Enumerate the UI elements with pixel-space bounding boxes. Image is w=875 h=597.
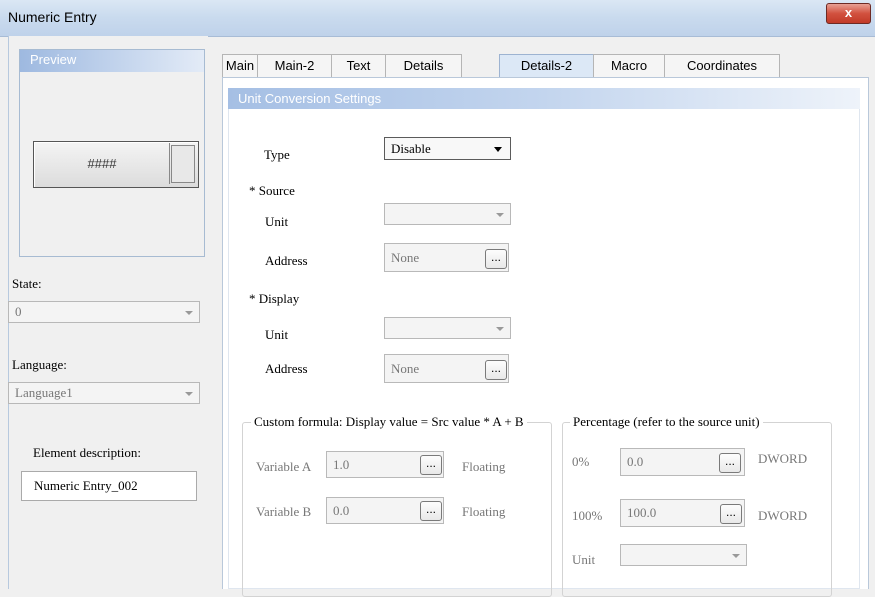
preview-header: Preview	[20, 50, 204, 72]
percent-0-value: 0.0	[627, 454, 644, 469]
percent-0-type: DWORD	[758, 451, 808, 466]
percent-0-browse-button[interactable]: ...	[719, 453, 741, 473]
variable-b-browse-button[interactable]: ...	[420, 501, 442, 521]
percentage-title: Percentage (refer to the source unit)	[570, 414, 763, 430]
source-address-value: None	[391, 250, 420, 265]
tab-main-2[interactable]: Main-2	[257, 54, 332, 77]
percent-100-browse-button[interactable]: ...	[720, 504, 742, 524]
chevron-down-icon	[496, 327, 504, 331]
percent-100-type: DWORD	[758, 508, 808, 523]
percent-0-label: 0%	[572, 454, 590, 469]
variable-a-browse-button[interactable]: ...	[420, 455, 442, 475]
tab-coordinates[interactable]: Coordinates	[664, 54, 780, 77]
display-address-value: None	[391, 361, 420, 376]
tab-details[interactable]: Details	[385, 54, 462, 77]
display-unit-label: Unit	[265, 327, 289, 342]
language-select[interactable]: Language1	[8, 382, 200, 404]
display-address-browse-button[interactable]: ...	[485, 360, 507, 380]
type-value: Disable	[391, 141, 431, 156]
tab-text[interactable]: Text	[331, 54, 386, 77]
chevron-down-icon	[732, 554, 740, 558]
chevron-down-icon	[496, 213, 504, 217]
display-heading: * Display	[249, 291, 300, 306]
custom-formula-title: Custom formula: Display value = Src valu…	[251, 414, 527, 430]
percent-100-label: 100%	[572, 508, 603, 523]
source-unit-select[interactable]	[384, 203, 511, 225]
preview-value: ####	[35, 143, 170, 184]
chevron-down-icon	[494, 147, 502, 152]
window-title: Numeric Entry	[8, 9, 97, 25]
variable-b-type: Floating	[462, 504, 506, 519]
display-address-label: Address	[265, 361, 308, 376]
state-label: State:	[12, 276, 42, 291]
section-header: Unit Conversion Settings	[228, 88, 860, 109]
type-select[interactable]: Disable	[384, 137, 511, 160]
variable-b-value: 0.0	[333, 503, 350, 518]
type-label: Type	[264, 147, 290, 162]
variable-a-type: Floating	[462, 459, 506, 474]
state-select[interactable]: 0	[8, 301, 200, 323]
tab-macro[interactable]: Macro	[593, 54, 665, 77]
title-bar	[0, 0, 875, 37]
percentage-unit-select[interactable]	[620, 544, 747, 566]
percentage-unit-label: Unit	[572, 552, 596, 567]
source-address-browse-button[interactable]: ...	[485, 249, 507, 269]
percent-100-value: 100.0	[627, 505, 657, 520]
tab-details-2[interactable]: Details-2	[499, 54, 594, 77]
source-address-label: Address	[265, 253, 308, 268]
chevron-down-icon	[185, 392, 193, 396]
display-unit-select[interactable]	[384, 317, 511, 339]
variable-b-label: Variable B	[256, 504, 312, 519]
variable-a-label: Variable A	[256, 459, 312, 474]
state-value: 0	[15, 304, 22, 319]
element-description-label: Element description:	[33, 445, 141, 460]
language-label: Language:	[12, 357, 67, 372]
element-description-input[interactable]: Numeric Entry_002	[21, 471, 197, 501]
preview-button-edge	[171, 145, 195, 183]
source-unit-label: Unit	[265, 214, 289, 229]
source-heading: * Source	[249, 183, 295, 198]
close-button[interactable]: x	[826, 3, 871, 24]
tab-main[interactable]: Main	[222, 54, 258, 77]
language-value: Language1	[15, 385, 73, 400]
variable-a-value: 1.0	[333, 457, 350, 472]
chevron-down-icon	[185, 311, 193, 315]
